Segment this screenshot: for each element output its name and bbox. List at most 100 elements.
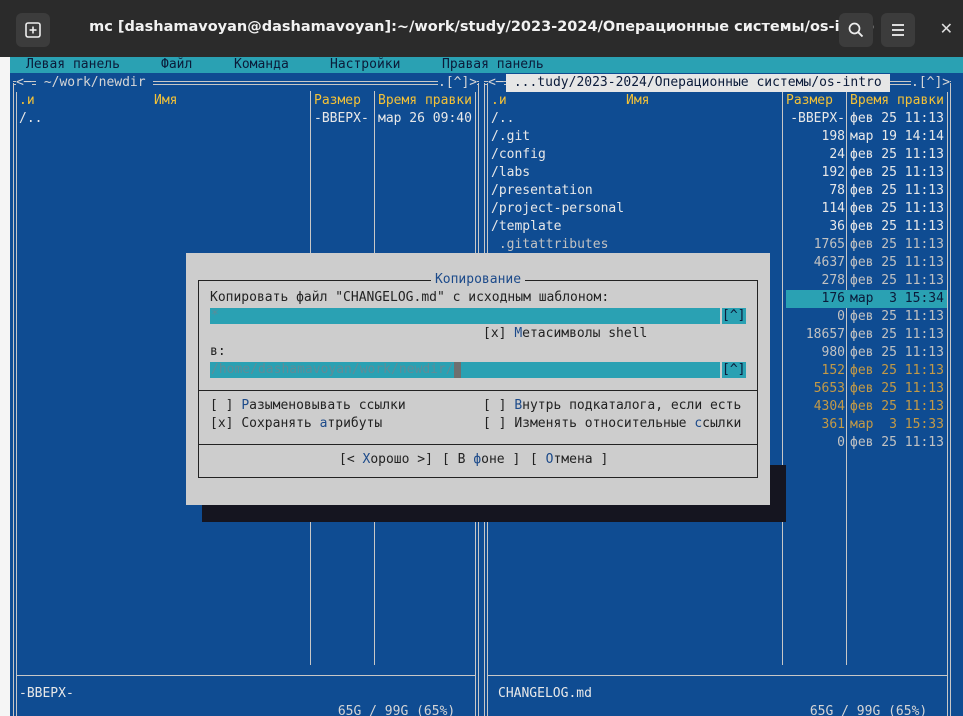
rel-check-mark: [ ] [483, 416, 507, 431]
shell-patterns-checkbox[interactable]: [x] Метасимволы shell [483, 325, 647, 343]
dest-history-button[interactable]: [^] [722, 362, 746, 378]
right-col-time[interactable]: Время правки [850, 92, 944, 110]
right-row-time: фев 25 11:13 [850, 399, 944, 414]
dialog-title: Копирование [430, 272, 526, 287]
rel-hotkey: с [694, 416, 703, 431]
hamburger-icon [892, 24, 904, 36]
shell-check-mark: [x] [483, 326, 507, 341]
right-row-time: мар 3 15:33 [850, 417, 944, 432]
left-col-time[interactable]: Время правки [378, 92, 472, 110]
right-row-name[interactable]: /labs [491, 164, 530, 182]
dest-input-value: /home/dashamavoyan/work/newdir/ [211, 362, 454, 377]
right-row-time: мар 19 14:14 [850, 129, 944, 144]
right-row-size: 18657 [805, 327, 845, 342]
right-row-size: 4637 [813, 255, 845, 270]
close-icon[interactable]: ✕ [940, 19, 953, 38]
right-row-size: 4304 [813, 399, 845, 414]
dest-label: в: [210, 344, 226, 359]
right-row-size: 361 [821, 417, 845, 432]
right-col-size[interactable]: Размер [786, 92, 833, 110]
right-col-sep-2 [846, 91, 847, 665]
right-row-size: 36 [829, 219, 845, 234]
menu-file[interactable]: Файл [161, 57, 192, 73]
cancel-label: тмена ] [553, 452, 609, 467]
left-row-size: -ВВЕРХ- [314, 111, 369, 126]
left-panel-corner-right[interactable]: .[^]> [438, 74, 478, 92]
deref-links-checkbox[interactable]: [ ] Разыменовывать ссылки [210, 397, 406, 415]
source-history-button[interactable]: [^] [722, 308, 746, 324]
copy-dialog: Копирование Копировать файл "CHANGELOG.m… [186, 253, 770, 505]
search-button[interactable] [839, 13, 873, 47]
right-row-size: 0 [837, 435, 845, 450]
right-col-sort[interactable]: .и [491, 92, 507, 110]
menu-left-panel[interactable]: Левая панель [26, 57, 120, 73]
source-mask-input[interactable]: * [210, 308, 720, 324]
left-panel-border-left [13, 83, 17, 716]
mc-menubar: Левая панель Файл Команда Настройки Прав… [10, 57, 963, 73]
attrs-check-mark: [x] [210, 416, 234, 431]
menu-settings[interactable]: Настройки [330, 57, 400, 73]
right-row-size: 78 [829, 183, 845, 198]
left-col-name[interactable]: Имя [154, 92, 177, 110]
dest-input[interactable]: /home/dashamavoyan/work/newdir/ [210, 362, 720, 378]
subdir-hotkey: В [514, 398, 523, 413]
left-row-name[interactable]: /.. [19, 110, 42, 128]
deref-hotkey: Р [241, 398, 250, 413]
dialog-separator-1 [198, 390, 758, 391]
right-row-time: фев 25 11:13 [850, 327, 944, 342]
cancel-pre: [ [530, 452, 546, 467]
right-row-name[interactable]: /.. [491, 110, 514, 128]
ok-button[interactable]: [< Хорошо >] [339, 451, 433, 469]
right-row-name[interactable]: /.git [491, 128, 530, 146]
menu-right-panel[interactable]: Правая панель [442, 57, 544, 73]
left-col-size[interactable]: Размер [314, 92, 361, 110]
left-panel-corner-left[interactable]: <─ [16, 74, 32, 92]
menu-command[interactable]: Команда [234, 57, 289, 73]
background-button[interactable]: [ В фоне ] [442, 451, 520, 469]
right-row-time: фев 25 11:13 [850, 183, 944, 198]
right-row-time: фев 25 11:13 [850, 363, 944, 378]
left-col-sort[interactable]: .и [19, 92, 35, 110]
rel-label-pre: Изменять относительные [514, 416, 695, 431]
right-row-time: фев 25 11:13 [850, 201, 944, 216]
right-row-size: 0 [837, 309, 845, 324]
menu-button[interactable] [881, 13, 915, 47]
right-row-name[interactable]: .gitattributes [491, 236, 609, 254]
right-row-size: 176 [821, 290, 845, 308]
right-panel-path[interactable]: ...tudy/2023-2024/Операционные системы/o… [506, 74, 890, 92]
right-col-name[interactable]: Имя [626, 92, 649, 110]
dive-subdir-checkbox[interactable]: [ ] Внутрь подкаталога, если есть [483, 397, 741, 415]
right-row-name[interactable]: /project-personal [491, 200, 624, 218]
text-cursor [453, 362, 461, 378]
right-row-size: 114 [821, 201, 845, 216]
relative-links-checkbox[interactable]: [ ] Изменять относительные ссылки [483, 415, 741, 433]
right-row-name[interactable]: /template [491, 218, 561, 236]
right-col-sep-1 [782, 91, 783, 665]
ok-pre: [< [339, 452, 363, 467]
right-row-time: фев 25 11:13 [850, 381, 944, 396]
rel-label: сылки [702, 416, 742, 431]
left-row-time: мар 26 09:40 [378, 111, 472, 126]
copy-prompt: Копировать файл "CHANGELOG.md" с исходны… [210, 290, 610, 305]
right-panel-corner-left[interactable]: <─ [488, 74, 504, 92]
right-row-name[interactable]: /config [491, 146, 546, 164]
dialog-separator-2 [198, 444, 758, 445]
window-titlebar: mc [dashamavoyan@dashamavoyan]:~/work/st… [0, 0, 963, 57]
left-panel-path[interactable]: ~/work/newdir [36, 74, 154, 92]
bg-label: оне ] [481, 452, 521, 467]
right-row-time: фев 25 11:13 [850, 147, 944, 162]
right-panel-border-right [947, 83, 951, 716]
preserve-attrs-checkbox[interactable]: [x] Сохранять атрибуты [210, 415, 382, 433]
ok-label: орошо >] [370, 452, 433, 467]
right-row-time: фев 25 11:13 [850, 309, 944, 324]
right-panel-corner-right[interactable]: .[^]> [911, 74, 951, 92]
attrs-label-pre: Сохранять [241, 416, 320, 431]
deref-check-mark: [ ] [210, 398, 234, 413]
right-row-time: фев 25 11:13 [850, 435, 944, 450]
window-title: mc [dashamavoyan@dashamavoyan]:~/work/st… [89, 19, 874, 35]
right-row-size: 192 [821, 165, 845, 180]
right-row-name[interactable]: /presentation [491, 182, 593, 200]
subdir-label: нутрь подкаталога, если есть [522, 398, 742, 413]
cancel-button[interactable]: [ Отмена ] [530, 451, 608, 469]
right-row-size: 198 [821, 129, 845, 144]
